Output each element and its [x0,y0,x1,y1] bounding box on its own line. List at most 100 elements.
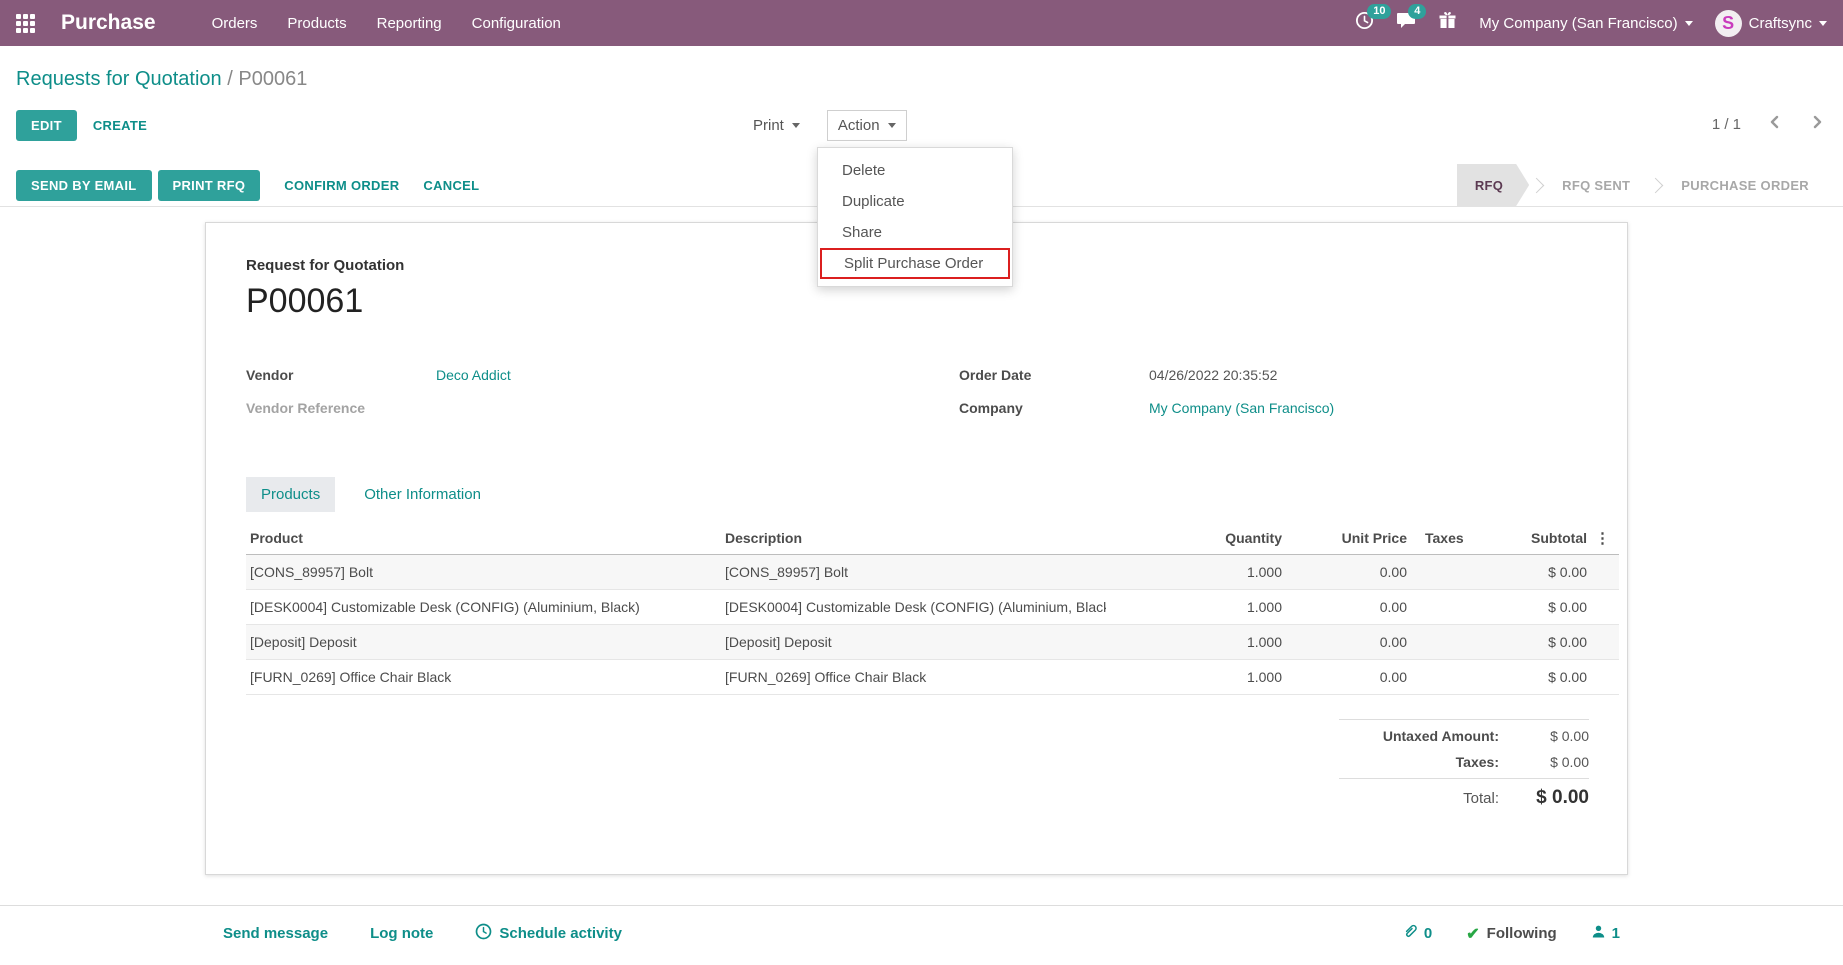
cell-taxes[interactable] [1411,624,1516,660]
control-panel: EDIT CREATE Print Action 1 / 1 [0,110,1843,144]
message-badge: 4 [1408,4,1427,19]
field-groups: Vendor Deco Addict Vendor Reference Orde… [246,367,1617,433]
untaxed-amount-value: $ 0.00 [1550,728,1589,744]
untaxed-amount-label: Untaxed Amount: [1382,728,1499,744]
company-switcher[interactable]: My Company (San Francisco) [1479,15,1693,32]
follower-count: 1 [1611,925,1620,942]
table-header-row: Product Description Quantity Unit Price … [246,522,1619,555]
statusbar-step-rfq-sent[interactable]: RFQ SENT [1544,164,1648,206]
menu-reporting[interactable]: Reporting [377,15,442,32]
send-message-button[interactable]: Send message [223,925,328,942]
cell-description[interactable]: [DESK0004] Customizable Desk (CONFIG) (A… [721,589,1106,625]
toggle-columns-icon[interactable]: ⋮ [1591,522,1619,555]
tab-products[interactable]: Products [246,477,336,512]
order-lines-table: Product Description Quantity Unit Price … [246,522,1619,695]
navbar-systray: 10 4 My Company (San Francisco) S Crafts… [1355,4,1827,37]
odoo-purchase-screen: Purchase Orders Products Reporting Confi… [0,0,1843,965]
apps-menu-icon[interactable] [16,13,35,33]
breadcrumb-separator: / [227,68,233,90]
following-button[interactable]: ✔ Following [1466,924,1556,944]
menu-products[interactable]: Products [287,15,346,32]
attachment-count: 0 [1423,925,1433,942]
cell-description[interactable]: [Deposit] Deposit [721,624,1106,660]
cell-taxes[interactable] [1411,554,1516,590]
send-by-email-button[interactable]: SEND BY EMAIL [16,169,152,201]
gift-icon [1438,11,1457,35]
table-row[interactable]: [Deposit] Deposit [Deposit] Deposit 1.00… [246,624,1619,660]
header-quantity[interactable]: Quantity [1106,522,1286,555]
menu-orders[interactable]: Orders [212,15,258,32]
log-note-button[interactable]: Log note [370,925,433,942]
create-button[interactable]: CREATE [93,118,147,133]
order-date-value[interactable]: 04/26/2022 20:35:52 [1149,367,1277,383]
company-label: Company [959,400,1023,416]
cell-quantity[interactable]: 1.000 [1106,624,1286,660]
cell-quantity[interactable]: 1.000 [1106,659,1286,695]
pager-next-icon[interactable] [1809,114,1825,134]
menu-configuration[interactable]: Configuration [472,15,561,32]
header-unit-price[interactable]: Unit Price [1286,522,1411,555]
header-description[interactable]: Description [721,522,1106,555]
action-item-delete[interactable]: Delete [818,155,1012,186]
cell-description[interactable]: [CONS_89957] Bolt [721,554,1106,590]
tab-other-information[interactable]: Other Information [349,477,496,512]
cell-unit-price[interactable]: 0.00 [1286,659,1411,695]
statusbar-step-purchase-order[interactable]: PURCHASE ORDER [1663,164,1827,206]
print-menu-button[interactable]: Print [742,110,811,141]
cell-quantity[interactable]: 1.000 [1106,554,1286,590]
cell-description[interactable]: [FURN_0269] Office Chair Black [721,659,1106,695]
breadcrumb-parent[interactable]: Requests for Quotation [16,68,222,90]
cell-product[interactable]: [FURN_0269] Office Chair Black [246,659,721,695]
cell-quantity[interactable]: 1.000 [1106,589,1286,625]
messages-button[interactable]: 4 [1396,4,1427,35]
cell-product[interactable]: [CONS_89957] Bolt [246,554,721,590]
cancel-button[interactable]: CANCEL [423,178,479,193]
confirm-order-button[interactable]: CONFIRM ORDER [284,178,399,193]
statusbar: RFQ RFQ SENT PURCHASE ORDER [1457,164,1827,206]
chevron-down-icon [1819,20,1827,26]
table-row[interactable]: [CONS_89957] Bolt [CONS_89957] Bolt 1.00… [246,554,1619,590]
pager-counter: 1 / 1 [1711,115,1741,133]
taxes-total-label: Taxes: [1455,754,1499,770]
print-rfq-button[interactable]: PRINT RFQ [157,169,261,201]
action-item-share[interactable]: Share [818,217,1012,248]
cell-unit-price[interactable]: 0.00 [1286,554,1411,590]
taxes-total-value: $ 0.00 [1550,754,1589,770]
action-item-split-purchase-order[interactable]: Split Purchase Order [820,248,1010,279]
vendor-value[interactable]: Deco Addict [436,367,511,383]
schedule-clock-icon [475,923,492,944]
cell-unit-price[interactable]: 0.00 [1286,624,1411,660]
header-product[interactable]: Product [246,522,721,555]
schedule-activity-button[interactable]: Schedule activity [475,923,622,944]
cell-taxes[interactable] [1411,659,1516,695]
statusbar-step-rfq[interactable]: RFQ [1457,164,1529,206]
cell-unit-price[interactable]: 0.00 [1286,589,1411,625]
table-row[interactable]: [DESK0004] Customizable Desk (CONFIG) (A… [246,589,1619,625]
pager-previous-icon[interactable] [1767,114,1783,134]
top-navbar: Purchase Orders Products Reporting Confi… [0,0,1843,46]
user-menu[interactable]: S Craftsync [1714,9,1827,37]
totals-section: Untaxed Amount: $ 0.00 Taxes: $ 0.00 Tot… [1339,719,1589,814]
attachments-button[interactable]: 0 [1402,923,1432,944]
chatter: Send message Log note Schedule activity … [0,905,1843,944]
edit-button[interactable]: EDIT [16,110,77,141]
user-name: Craftsync [1748,14,1812,32]
pager: 1 / 1 [1712,114,1825,134]
cell-product[interactable]: [Deposit] Deposit [246,624,721,660]
action-dropdown-menu: Delete Duplicate Share Split Purchase Or… [817,147,1013,287]
activities-button[interactable]: 10 [1355,4,1392,35]
app-name[interactable]: Purchase [61,11,156,35]
header-taxes[interactable]: Taxes [1411,522,1516,555]
breadcrumb: Requests for Quotation / P00061 [16,68,307,91]
company-value[interactable]: My Company (San Francisco) [1149,400,1334,416]
action-menu-button[interactable]: Action [826,110,907,141]
cell-product[interactable]: [DESK0004] Customizable Desk (CONFIG) (A… [246,589,721,625]
table-row[interactable]: [FURN_0269] Office Chair Black [FURN_026… [246,659,1619,695]
chevron-down-icon [887,123,896,128]
action-item-duplicate[interactable]: Duplicate [818,186,1012,217]
cell-taxes[interactable] [1411,589,1516,625]
header-subtotal[interactable]: Subtotal [1516,522,1591,555]
followers-button[interactable]: 1 [1591,924,1620,943]
form-sheet: Request for Quotation P00061 Vendor Deco… [205,222,1628,875]
rewards-button[interactable] [1438,11,1457,35]
